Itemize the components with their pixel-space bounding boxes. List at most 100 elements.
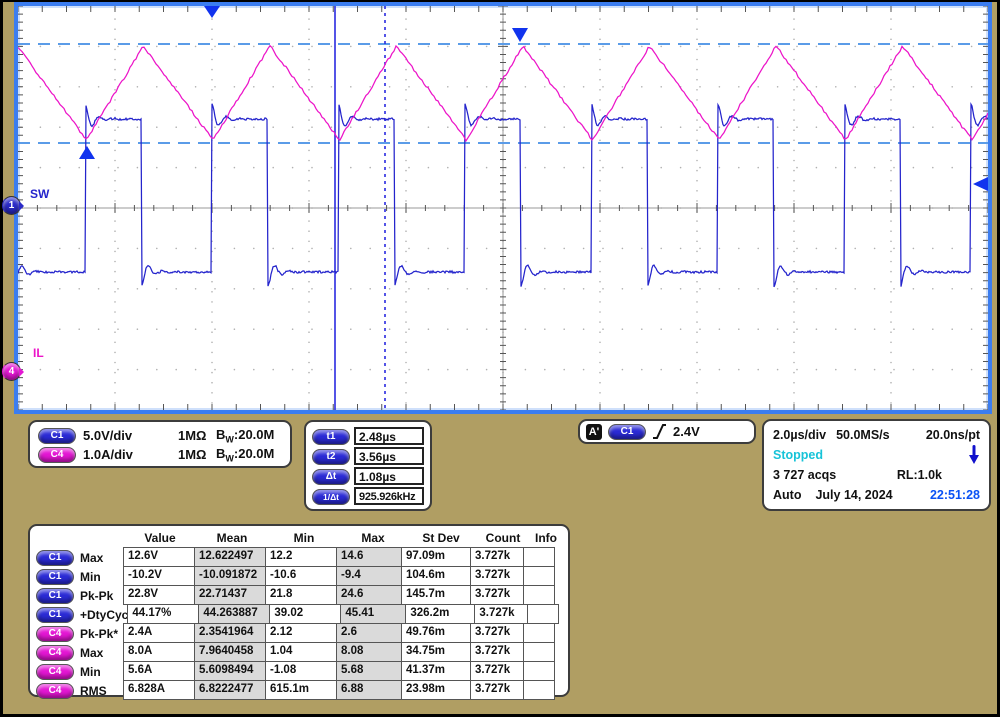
inv-dt-badge: 1/Δt [312,489,350,505]
measurement-cell: 5.6A [123,661,195,681]
ch1-scale: 5.0V/div [83,428,178,443]
ch1-bandwidth: BW:20.0M [216,427,274,445]
measurement-cell: 2.6 [336,623,402,643]
measurement-cell: 3.727k [470,585,524,605]
measurement-label: Max [80,646,103,660]
measurement-cell: 2.4A [123,623,195,643]
measurement-cell: 5.6098494 [194,661,266,681]
cursor-marker-up[interactable] [79,146,95,159]
measurement-cell [523,585,555,605]
ch1-badge[interactable]: C1 [38,428,76,444]
measurement-cell: 2.3541964 [194,623,266,643]
measurement-cell: 14.6 [336,547,402,567]
measurement-cell: -10.2V [123,566,195,586]
measurement-cell: 12.2 [265,547,337,567]
measurement-header-row: ValueMeanMinMaxSt DevCountInfo [36,528,562,548]
measurement-row-c4-rms[interactable]: C4RMS6.828A6.8222477615.1m6.8823.98m3.72… [36,681,562,700]
trigger-level-arrow[interactable] [973,177,988,191]
trigger-settings-box[interactable]: A' C1 2.4V [578,419,756,444]
measurement-cell: 45.41 [340,604,406,624]
measurement-cell: 7.9640458 [194,642,266,662]
measurement-cell: 97.09m [401,547,471,567]
measurement-label: Min [80,665,101,679]
measurement-cell: 104.6m [401,566,471,586]
measurement-cell: 6.8222477 [194,680,266,700]
measurement-row-c1-min[interactable]: C1Min-10.2V-10.091872-10.6-9.4104.6m3.72… [36,567,562,586]
measurement-cell: 615.1m [265,680,337,700]
trigger-position-marker[interactable] [204,6,220,18]
measurement-cell: 41.37m [401,661,471,681]
acquisition-status: Stopped [773,448,823,462]
cursor-t1-row: t1 2.48µs [312,427,424,447]
ch1-settings-row[interactable]: C1 5.0V/div 1MΩ BW:20.0M [38,426,282,445]
status-row: Stopped [773,446,980,464]
column-header-count: Count [476,531,530,545]
measurement-cell: 49.76m [401,623,471,643]
measurement-cell: 1.04 [265,642,337,662]
measurement-cell: 24.6 [336,585,402,605]
measurement-label: Min [80,570,101,584]
measurement-cell: 39.02 [269,604,341,624]
trigger-source-badge: C1 [608,424,646,440]
ch4-badge[interactable]: C4 [38,447,76,463]
measurement-cell: 3.727k [470,566,524,586]
measurement-cell: 3.727k [470,623,524,643]
measurement-cell: 3.727k [470,680,524,700]
mode-date-row: Auto July 14, 2024 22:51:28 [773,486,980,504]
measurement-cell [523,661,555,681]
column-header-mean: Mean [196,531,268,545]
measurement-cell: 23.98m [401,680,471,700]
measurement-cell: 3.727k [474,604,528,624]
measurement-row-c1-pkpk[interactable]: C1Pk-Pk22.8V22.7143721.824.6145.7m3.727k [36,586,562,605]
measurement-row-c4-pkpk[interactable]: C4Pk-Pk*2.4A2.35419642.122.649.76m3.727k [36,624,562,643]
ch4-waveform-label: IL [33,346,44,360]
trigger-position-icon [968,445,980,465]
ch4-bandwidth: BW:20.0M [216,446,274,464]
column-header-min: Min [268,531,340,545]
measurement-cell: 2.12 [265,623,337,643]
channel-badge: C1 [36,607,74,623]
measurement-cell: 6.828A [123,680,195,700]
ch4-settings-row[interactable]: C4 1.0A/div 1MΩ BW:20.0M [38,445,282,464]
measurement-cell: 6.88 [336,680,402,700]
channel-badge: C4 [36,626,74,642]
ch4-ground-marker[interactable]: 4 [2,362,21,381]
measurement-row-c1-max[interactable]: C1Max12.6V12.62249712.214.697.09m3.727k [36,548,562,567]
measurement-cell [523,680,555,700]
column-header-value: Value [124,531,196,545]
measurement-cell: -10.091872 [194,566,266,586]
measurement-cell: -9.4 [336,566,402,586]
ch4-scale: 1.0A/div [83,447,178,462]
measurement-cell: 21.8 [265,585,337,605]
channel-badge: C4 [36,683,74,699]
measurement-row-c1-+dtycyc[interactable]: C1+DtyCyc44.17%44.26388739.0245.41326.2m… [36,605,562,624]
channel-badge: C4 [36,645,74,661]
timebase-row: 2.0µs/div 50.0MS/s 20.0ns/pt [773,426,980,444]
acquisition-count: 3 727 acqs [773,468,836,482]
measurement-table: ValueMeanMinMaxSt DevCountInfo C1Max12.6… [28,524,570,697]
trigger-level: 2.4V [673,424,700,439]
trigger-a-badge: A' [586,424,602,440]
measurement-label: Max [80,551,103,565]
ch1-ground-marker[interactable]: 1 [2,196,21,215]
column-header-max: Max [340,531,406,545]
record-length: RL:1.0k [897,468,942,482]
sample-resolution: 20.0ns/pt [926,428,980,442]
measurement-label: +DtyCyc [80,608,128,622]
sample-rate: 50.0MS/s [836,428,890,442]
cursor-t2-row: t2 3.56µs [312,447,424,467]
scope-graticule: SWIL [18,6,988,410]
ch4-impedance: 1MΩ [178,447,216,462]
column-header-info: Info [530,531,562,545]
measurement-cell: 3.727k [470,661,524,681]
measurement-row-c4-max[interactable]: C4Max8.0A7.96404581.048.0834.75m3.727k [36,643,562,662]
t2-value: 3.56µs [354,447,424,465]
measurement-cell [527,604,559,624]
cursor-marker-down[interactable] [512,28,528,42]
measurement-cell: 5.68 [336,661,402,681]
waveform-display[interactable]: SWIL [14,2,992,414]
column-header-st-dev: St Dev [406,531,476,545]
date-label: July 14, 2024 [815,488,892,502]
acquisition-box: 2.0µs/div 50.0MS/s 20.0ns/pt Stopped 3 7… [762,419,991,511]
measurement-row-c4-min[interactable]: C4Min5.6A5.6098494-1.085.6841.37m3.727k [36,662,562,681]
